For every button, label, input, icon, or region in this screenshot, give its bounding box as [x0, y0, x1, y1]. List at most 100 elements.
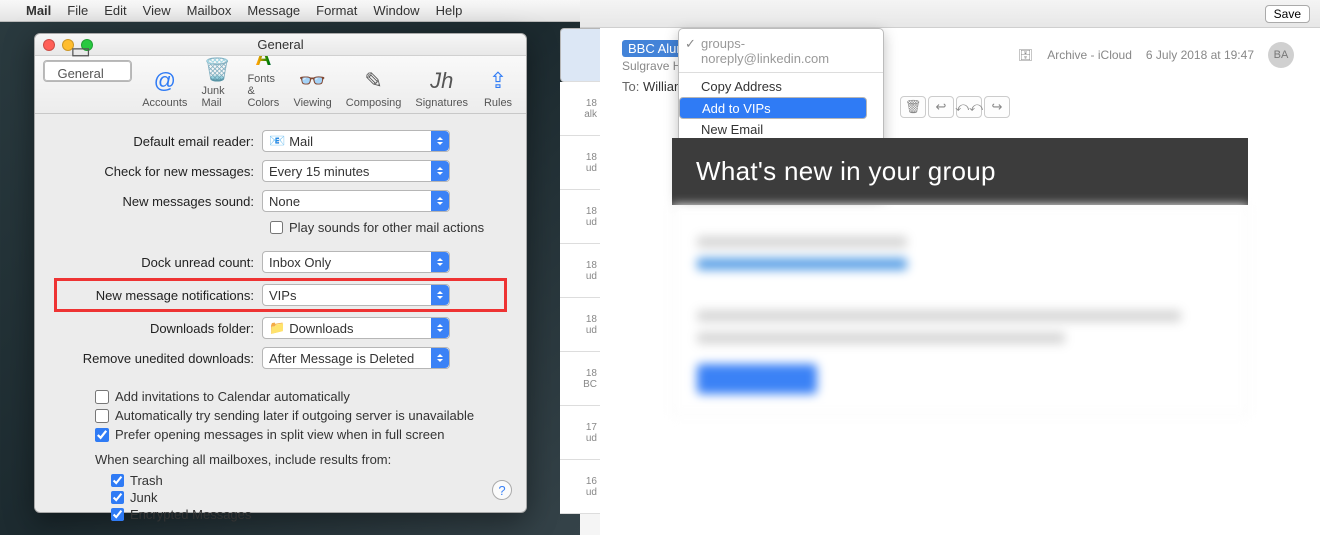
tab-junk[interactable]: 🗑️Junk Mail — [197, 60, 237, 111]
list-item[interactable]: 18ud — [560, 298, 600, 352]
prefs-toolbar: ▭General @ Accounts 🗑️Junk Mail AFonts & … — [35, 56, 526, 114]
search-trash-label: Trash — [130, 473, 163, 488]
archive-label: Archive - iCloud — [1047, 48, 1132, 62]
menu-edit[interactable]: Edit — [104, 3, 126, 18]
menu-message[interactable]: Message — [247, 3, 300, 18]
notif-value: VIPs — [269, 288, 296, 303]
play-sounds-label: Play sounds for other mail actions — [289, 220, 484, 235]
auto-send-later-label: Automatically try sending later if outgo… — [115, 408, 474, 423]
search-junk-label: Junk — [130, 490, 157, 505]
menu-help[interactable]: Help — [436, 3, 463, 18]
chevron-updown-icon — [431, 252, 449, 272]
message-list[interactable]: 18ud 18alk 18ud 18ud 18ud 18ud 18BC 17ud… — [560, 28, 600, 535]
ctx-add-to-vips[interactable]: Add to VIPs — [679, 97, 867, 119]
ctx-new-email[interactable]: New Email — [679, 119, 883, 140]
list-item[interactable]: 18ud — [560, 244, 600, 298]
check-new-select[interactable]: Every 15 minutes — [262, 160, 450, 182]
dock-select[interactable]: Inbox Only — [262, 251, 450, 273]
message-view: BBC Alumni Sulgrave House To: William Ga… — [600, 28, 1320, 535]
body-cta-button[interactable] — [697, 364, 817, 394]
body-card — [672, 205, 1248, 415]
ctx-copy-address[interactable]: Copy Address — [679, 76, 883, 97]
menubar: Mail File Edit View Mailbox Message Form… — [0, 0, 580, 22]
chevron-updown-icon — [431, 191, 449, 211]
search-junk-checkbox[interactable] — [111, 491, 124, 504]
message-date: 6 July 2018 at 19:47 — [1146, 48, 1254, 62]
message-actions: 🗑 ↩ ⤺⤺ ↪ — [900, 96, 1010, 118]
signatures-icon: Jh — [426, 67, 458, 95]
tab-junk-label: Junk Mail — [201, 85, 233, 109]
downloads-label: Downloads folder: — [57, 321, 262, 336]
search-encrypted-checkbox[interactable] — [111, 508, 124, 521]
menu-window[interactable]: Window — [373, 3, 419, 18]
general-icon: ▭ — [65, 38, 97, 64]
message-body: What's new in your group — [672, 138, 1248, 515]
list-item[interactable]: 18BC — [560, 352, 600, 406]
split-view-label: Prefer opening messages in split view wh… — [115, 427, 445, 442]
forward-button[interactable]: ↪ — [984, 96, 1010, 118]
avatar: BA — [1268, 42, 1294, 68]
reply-button[interactable]: ↩ — [928, 96, 954, 118]
dock-value: Inbox Only — [269, 255, 331, 270]
add-invitations-checkbox[interactable] — [95, 390, 109, 404]
chevron-updown-icon — [431, 285, 449, 305]
tab-general[interactable]: ▭General — [43, 60, 132, 82]
preferences-window: General ▭General @Accounts 🗑️Junk Mail A… — [34, 33, 527, 513]
sound-select[interactable]: None — [262, 190, 450, 212]
list-item[interactable]: 18ud — [560, 136, 600, 190]
chevron-updown-icon — [431, 318, 449, 338]
save-button[interactable]: Save — [1265, 5, 1310, 23]
remove-value: After Message is Deleted — [269, 351, 414, 366]
search-encrypted-label: Encrypted Messages — [130, 507, 251, 522]
to-label: To: — [622, 79, 639, 94]
check-new-value: Every 15 minutes — [269, 164, 369, 179]
help-button[interactable]: ? — [492, 480, 512, 500]
search-trash-checkbox[interactable] — [111, 474, 124, 487]
reply-all-button[interactable]: ⤺⤺ — [956, 96, 982, 118]
window-title: General — [257, 37, 303, 52]
sound-label: New messages sound: — [57, 194, 262, 209]
ctx-email-address: groups-noreply@linkedin.com — [679, 33, 883, 69]
play-sounds-checkbox[interactable] — [270, 221, 283, 234]
tab-fonts[interactable]: AFonts & Colors — [243, 60, 283, 111]
remove-select[interactable]: After Message is Deleted — [262, 347, 450, 369]
list-item[interactable]: 18ud — [560, 190, 600, 244]
default-reader-select[interactable]: 📧Mail — [262, 130, 450, 152]
list-item[interactable]: 17ud — [560, 406, 600, 460]
list-item[interactable]: 18alk — [560, 82, 600, 136]
body-heading: What's new in your group — [672, 138, 1248, 205]
rules-icon: ⇪ — [482, 67, 514, 95]
close-button[interactable] — [43, 39, 55, 51]
prefs-form: Default email reader: 📧Mail Check for ne… — [35, 114, 526, 522]
tab-viewing[interactable]: 👓Viewing — [289, 60, 335, 111]
separator — [679, 72, 883, 73]
auto-send-later-checkbox[interactable] — [95, 409, 109, 423]
mail-toolbar: Save — [580, 0, 1320, 28]
menu-mail[interactable]: Mail — [26, 3, 51, 18]
menu-file[interactable]: File — [67, 3, 88, 18]
split-view-checkbox[interactable] — [95, 428, 109, 442]
tab-signatures[interactable]: Jh Signatures — [411, 60, 472, 111]
delete-button[interactable]: 🗑 — [900, 96, 926, 118]
tab-signatures-label: Signatures — [415, 97, 468, 109]
check-new-label: Check for new messages: — [57, 164, 262, 179]
menu-format[interactable]: Format — [316, 3, 357, 18]
downloads-select[interactable]: 📁Downloads — [262, 317, 450, 339]
mail-window: Save 18ud 18alk 18ud 18ud 18ud 18ud 18BC… — [580, 0, 1320, 535]
composing-icon: ✎ — [358, 67, 390, 95]
notif-select[interactable]: VIPs — [262, 284, 450, 306]
dock-label: Dock unread count: — [57, 255, 262, 270]
tab-accounts-label: Accounts — [142, 97, 187, 109]
tab-composing-label: Composing — [346, 97, 402, 109]
tab-accounts[interactable]: @ Accounts — [138, 60, 191, 111]
menu-view[interactable]: View — [143, 3, 171, 18]
menu-mailbox[interactable]: Mailbox — [187, 3, 232, 18]
list-item[interactable]: 16ud — [560, 460, 600, 514]
default-reader-value: Mail — [289, 134, 313, 149]
tab-composing[interactable]: ✎ Composing — [342, 60, 406, 111]
window-titlebar[interactable]: General — [35, 34, 526, 56]
tab-rules[interactable]: ⇪Rules — [478, 60, 518, 111]
tab-general-label: General — [57, 66, 103, 81]
accounts-icon: @ — [149, 67, 181, 95]
add-invitations-label: Add invitations to Calendar automaticall… — [115, 389, 350, 404]
